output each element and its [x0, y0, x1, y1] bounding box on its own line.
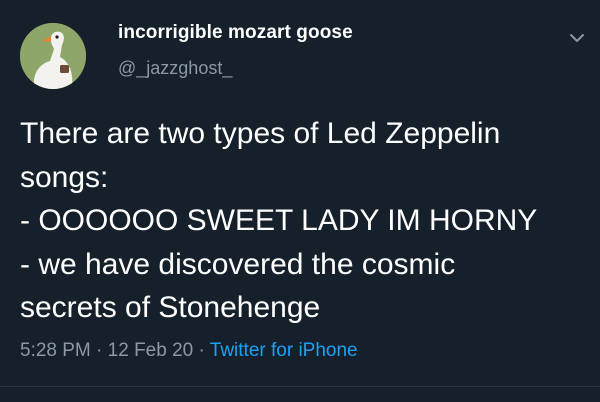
- divider: [0, 386, 600, 387]
- meta-separator: ·: [193, 340, 210, 361]
- tweet-line: secrets of Stonehenge: [20, 291, 321, 324]
- tweet-line: - we have discovered the cosmic: [20, 247, 456, 281]
- meta-separator: ·: [90, 340, 108, 361]
- avatar[interactable]: [20, 23, 86, 89]
- user-handle[interactable]: @_jazzghost_: [118, 58, 232, 79]
- goose-avatar-icon: [20, 23, 86, 89]
- tweet-line: There are two types of Led Zeppelin: [20, 117, 501, 150]
- tweet-time[interactable]: 5:28 PM: [20, 340, 91, 361]
- tweet-line: - OOOOOO SWEET LADY IM HORNY: [20, 204, 538, 237]
- tweet-source-link[interactable]: Twitter for iPhone: [210, 340, 358, 361]
- tweet-text: There are two types of Led Zeppelin song…: [20, 112, 585, 330]
- tweet-line: songs:: [20, 160, 109, 194]
- tweet-card: incorrigible mozart goose @_jazzghost_ T…: [0, 0, 600, 402]
- chevron-down-icon[interactable]: [565, 26, 589, 50]
- display-name[interactable]: incorrigible mozart goose: [118, 22, 353, 44]
- tweet-meta: 5:28 PM · 12 Feb 20 · Twitter for iPhone: [20, 340, 358, 362]
- tweet-date[interactable]: 12 Feb 20: [108, 340, 194, 361]
